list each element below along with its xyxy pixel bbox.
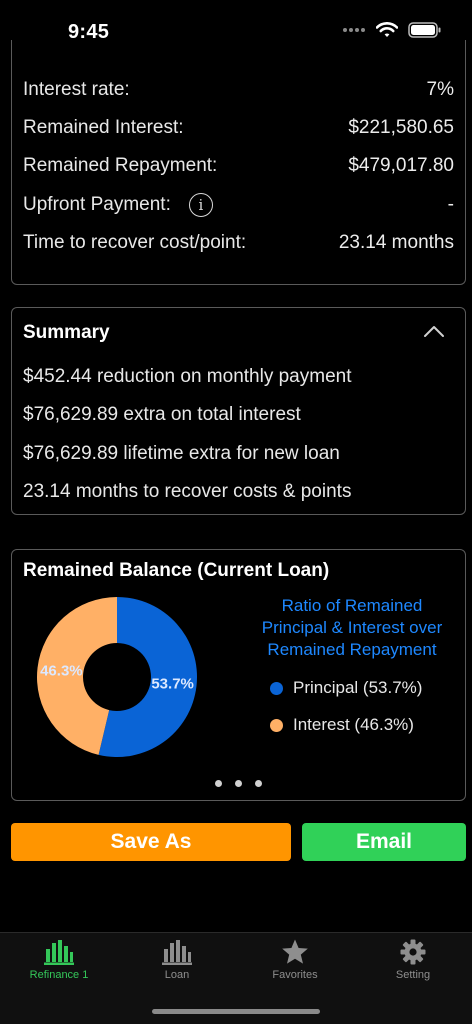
wifi-icon [376,22,398,37]
donut-slice-label: 46.3% [40,663,83,680]
battery-icon [408,22,441,38]
page-dot[interactable] [255,780,262,787]
donut-slice-label: 53.7% [151,675,194,692]
home-indicator [152,1009,320,1014]
detail-label: Interest rate: [23,79,130,100]
tab-label: Favorites [272,969,318,981]
tab-loan[interactable]: Loan [118,939,236,981]
detail-row-interest-rate: Interest rate: 7% [23,75,454,105]
detail-row-time-to-recover: Time to recover cost/point: 23.14 months [23,228,454,258]
detail-value: $479,017.80 [348,155,454,176]
legend-label: Principal (53.7%) [293,678,423,697]
detail-label: Upfront Payment: [23,194,171,215]
page-dot[interactable] [235,780,242,787]
detail-value: $221,580.65 [348,117,454,138]
summary-card: Summary $452.44 reduction on monthly pay… [11,307,466,515]
tab-refinance-1[interactable]: Refinance 1 [0,939,118,981]
detail-label: Remained Repayment: [23,155,218,176]
ratio-title-line: Ratio of Remained [281,596,423,615]
loan-details-card: Interest rate: 7% Remained Interest: $22… [11,40,466,285]
legend-item-principal: Principal (53.7%) [270,678,422,698]
star-icon [282,939,308,964]
detail-row-remained-interest: Remained Interest: $221,580.65 [23,113,454,143]
summary-item: $452.44 reduction on monthly payment [23,366,352,387]
detail-value: - [447,194,454,215]
page-indicator[interactable] [12,780,465,787]
info-icon[interactable]: i [188,193,213,217]
remained-balance-chart-card[interactable]: Remained Balance (Current Loan) 53.7% 46.… [11,549,466,801]
ratio-title-line: Remained Repayment [267,640,437,659]
detail-label-group: Upfront Payment: i [23,193,213,217]
donut-chart: 53.7% 46.3% [36,597,197,757]
legend-dot [270,718,283,732]
chevron-up-icon[interactable] [423,324,445,338]
summary-item: 23.14 months to recover costs & points [23,481,352,502]
status-icons [342,22,442,38]
detail-label: Remained Interest: [23,117,184,138]
cellular-signal-icon [343,28,365,32]
tab-label: Refinance 1 [29,969,89,981]
legend-item-interest: Interest (46.3%) [270,715,414,735]
detail-row-upfront-payment: Upfront Payment: i - [23,190,454,220]
gear-icon [400,939,426,965]
tab-label: Setting [395,969,431,981]
ratio-title: Ratio of Remained Principal & Interest o… [247,595,457,661]
detail-value: 7% [426,79,454,100]
summary-item: $76,629.89 extra on total interest [23,404,301,425]
tab-setting[interactable]: Setting [354,939,472,981]
detail-row-remained-repayment: Remained Repayment: $479,017.80 [23,151,454,181]
summary-item: $76,629.89 lifetime extra for new loan [23,443,340,464]
tab-favorites[interactable]: Favorites [236,939,354,981]
detail-label: Time to recover cost/point: [23,232,247,253]
legend-label: Interest (46.3%) [293,715,414,734]
detail-value: 23.14 months [338,232,454,253]
tab-label: Loan [164,969,190,981]
legend-dot [270,681,283,695]
ratio-title-line: Principal & Interest over [261,618,443,637]
chart-title: Remained Balance (Current Loan) [23,560,330,581]
page-dot[interactable] [215,780,222,787]
summary-title: Summary [23,322,110,343]
bar-chart-icon [162,940,192,965]
email-button[interactable]: Email [302,823,466,861]
save-as-button[interactable]: Save As [11,823,291,861]
bar-chart-icon [44,940,74,965]
